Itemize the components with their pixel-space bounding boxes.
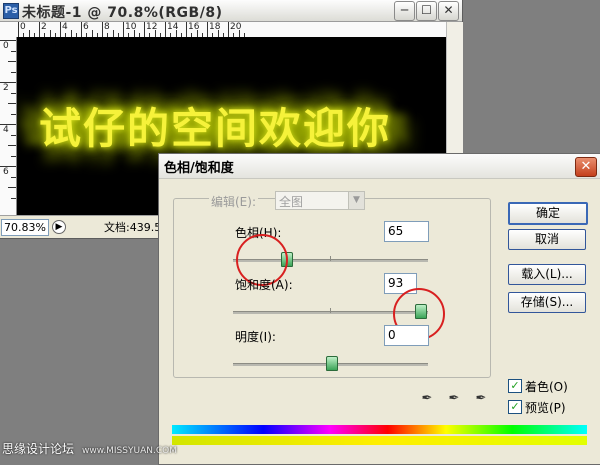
ruler-tick bbox=[0, 166, 16, 167]
minimize-button[interactable]: ─ bbox=[394, 1, 415, 21]
ruler-label: 2 bbox=[3, 83, 9, 93]
ruler-subtick bbox=[11, 176, 16, 178]
eyedropper-minus-icon[interactable]: ✒ bbox=[473, 391, 489, 407]
status-menu-icon[interactable]: ▶ bbox=[52, 220, 66, 234]
lightness-input[interactable]: 0 bbox=[384, 325, 429, 346]
glowing-text-layer: 试仔的空间欢迎你 bbox=[39, 104, 392, 153]
document-title: 未标题-1 @ 70.8%(RGB/8) bbox=[22, 5, 223, 21]
ruler-tick bbox=[0, 82, 16, 83]
ruler-subtick bbox=[217, 30, 219, 37]
preview-label: 预览(P) bbox=[525, 401, 566, 415]
ruler-subtick bbox=[70, 30, 72, 37]
maximize-button[interactable]: ☐ bbox=[416, 1, 437, 21]
watermark-url: www.MISSYUAN.COM bbox=[82, 446, 177, 456]
adjustment-group bbox=[173, 198, 491, 378]
eyedropper-icon[interactable]: ✒ bbox=[419, 391, 435, 407]
ruler-label: 6 bbox=[83, 22, 89, 32]
ruler-vertical: 0 2 4 6 bbox=[0, 37, 17, 215]
ruler-subtick bbox=[238, 30, 240, 37]
load-button[interactable]: 载入(L)... bbox=[508, 264, 586, 285]
saturation-label: 饱和度(A): bbox=[235, 278, 293, 292]
ruler-tick bbox=[123, 22, 124, 37]
chevron-down-icon: ▼ bbox=[348, 192, 364, 209]
ruler-subtick bbox=[8, 61, 16, 62]
lightness-slider-thumb[interactable] bbox=[325, 356, 338, 371]
close-button[interactable]: ✕ bbox=[438, 1, 459, 21]
edit-label: 编辑(E): bbox=[209, 193, 258, 210]
ruler-subtick bbox=[154, 30, 156, 37]
ruler-subtick bbox=[133, 30, 135, 37]
dialog-title: 色相/饱和度 bbox=[164, 161, 234, 176]
ruler-tick bbox=[102, 22, 103, 37]
ruler-subtick bbox=[11, 155, 16, 157]
eyedropper-plus-icon[interactable]: ✒ bbox=[446, 391, 462, 407]
ruler-corner bbox=[0, 22, 17, 38]
colorize-checkbox[interactable]: ✓ bbox=[508, 379, 522, 393]
ruler-tick bbox=[0, 124, 16, 125]
ruler-subtick bbox=[8, 187, 16, 188]
ruler-label: 4 bbox=[3, 125, 9, 135]
ruler-subtick bbox=[11, 134, 16, 136]
document-title-bar[interactable]: Ps 未标题-1 @ 70.8%(RGB/8) ─ ☐ ✕ bbox=[0, 0, 462, 22]
ruler-label: 6 bbox=[3, 167, 9, 177]
ruler-subtick bbox=[49, 30, 51, 37]
hue-saturation-dialog: 色相/饱和度 ✕ 编辑(E): 全图 ▼ 色相(H): 65 饱和度(A): 9… bbox=[158, 153, 600, 465]
ruler-label: 18 bbox=[209, 22, 221, 32]
ruler-subtick bbox=[11, 92, 16, 94]
document-size-info: 文档:439.5 bbox=[104, 221, 162, 234]
input-spectrum-bar bbox=[172, 425, 587, 434]
ruler-label: 2 bbox=[41, 22, 47, 32]
edit-range-select[interactable]: 全图 ▼ bbox=[275, 191, 365, 210]
ruler-subtick bbox=[175, 30, 177, 37]
ruler-subtick bbox=[11, 197, 16, 199]
ruler-tick bbox=[186, 22, 187, 37]
ruler-subtick bbox=[112, 30, 114, 37]
ruler-tick bbox=[0, 40, 16, 41]
lightness-label: 明度(I): bbox=[235, 330, 276, 344]
zoom-field[interactable]: 70.83% bbox=[1, 219, 49, 236]
ruler-label: 14 bbox=[167, 22, 179, 32]
ruler-tick bbox=[81, 22, 82, 37]
ruler-label: 0 bbox=[3, 41, 9, 51]
ruler-label: 12 bbox=[146, 22, 158, 32]
ruler-label: 8 bbox=[104, 22, 110, 32]
ruler-label: 20 bbox=[230, 22, 242, 32]
ruler-tick bbox=[207, 22, 208, 37]
dialog-title-bar[interactable]: 色相/饱和度 ✕ bbox=[159, 154, 600, 179]
colorize-label: 着色(O) bbox=[525, 380, 568, 394]
save-button[interactable]: 存储(S)... bbox=[508, 292, 586, 313]
ruler-subtick bbox=[91, 30, 93, 37]
ruler-subtick bbox=[8, 145, 16, 146]
preview-checkbox[interactable]: ✓ bbox=[508, 400, 522, 414]
ruler-subtick bbox=[28, 30, 30, 37]
ruler-tick bbox=[228, 22, 229, 37]
ruler-label: 4 bbox=[62, 22, 68, 32]
ruler-label: 0 bbox=[20, 22, 26, 32]
ruler-horizontal: 0 2 4 6 8 10 12 14 16 18 20 bbox=[16, 22, 446, 38]
ruler-subtick bbox=[11, 71, 16, 73]
output-spectrum-bar bbox=[172, 436, 587, 445]
ruler-subtick bbox=[196, 30, 198, 37]
ruler-tick bbox=[165, 22, 166, 37]
ruler-label: 16 bbox=[188, 22, 200, 32]
watermark-text: 思缘设计论坛 bbox=[2, 442, 75, 456]
photoshop-icon: Ps bbox=[3, 3, 19, 19]
ruler-tick bbox=[60, 22, 61, 37]
ruler-tick bbox=[39, 22, 40, 37]
dialog-close-button[interactable]: ✕ bbox=[575, 157, 597, 177]
hue-input[interactable]: 65 bbox=[384, 221, 429, 242]
edit-range-value: 全图 bbox=[279, 195, 304, 209]
watermark: 思缘设计论坛 www.MISSYUAN.COM bbox=[2, 440, 177, 457]
ruler-subtick bbox=[11, 50, 16, 52]
ruler-subtick bbox=[11, 113, 16, 115]
cancel-button[interactable]: 取消 bbox=[508, 229, 586, 250]
ruler-subtick bbox=[8, 103, 16, 104]
ruler-tick bbox=[18, 22, 19, 37]
ok-button[interactable]: 确定 bbox=[508, 202, 588, 225]
ruler-tick bbox=[144, 22, 145, 37]
ruler-label: 10 bbox=[125, 22, 137, 32]
